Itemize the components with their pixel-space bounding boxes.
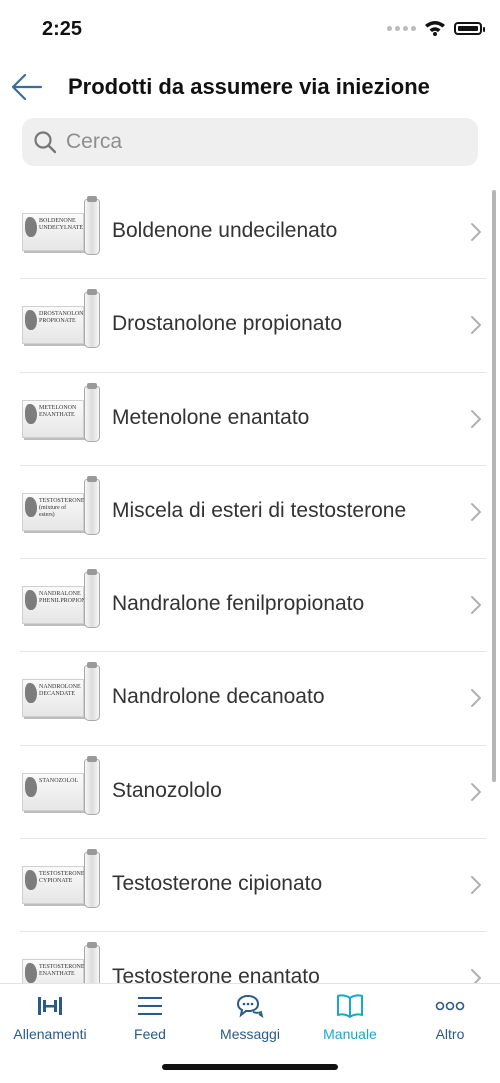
product-thumbnail: DROSTANOLONE PROPIONATE <box>22 289 102 349</box>
list-item-label: Testosterone cipionato <box>112 872 323 896</box>
chevron-right-icon <box>471 782 481 801</box>
box-label: TESTOSTERONE CYPIONATE <box>39 871 85 885</box>
tab-label: Messaggi <box>220 1026 280 1042</box>
tab-feed[interactable]: Feed <box>100 990 200 1042</box>
box-label: METELONON ENANTHATE <box>39 404 77 418</box>
status-bar: 2:25 <box>0 0 500 60</box>
list-item[interactable]: TESTOSTERONE ENANTHATE Testosterone enan… <box>20 932 486 983</box>
chevron-right-icon <box>471 969 481 983</box>
tab-allenamenti[interactable]: Allenamenti <box>0 990 100 1042</box>
list-item-label: Nandrolone decanoato <box>112 685 325 709</box>
list-item-label: Testosterone enantato <box>112 965 320 983</box>
tab-label: Altro <box>435 1026 465 1042</box>
chevron-right-icon <box>471 316 481 335</box>
dumbbell-icon <box>38 997 62 1015</box>
chevron-right-icon <box>471 596 481 615</box>
list-item-label: Metenolone enantato <box>112 405 310 429</box>
chevron-right-icon <box>471 223 481 241</box>
chevron-right-icon <box>471 409 481 428</box>
list-item[interactable]: TESTOSTERONE CYPIONATE Testosterone cipi… <box>20 839 486 933</box>
home-indicator[interactable] <box>162 1064 338 1070</box>
search-input[interactable] <box>64 129 448 155</box>
page-title: Prodotti da assumere via iniezione <box>68 74 430 99</box>
back-button[interactable] <box>10 70 44 104</box>
product-thumbnail: TESTOSTERONE CYPIONATE <box>22 849 102 909</box>
tab-messaggi[interactable]: Messaggi <box>200 990 300 1042</box>
menu-icon <box>138 997 162 1015</box>
box-label: NANDRALONE PHENILPROPIONATE <box>39 591 98 605</box>
box-label: DROSTANOLONE PROPIONATE <box>39 311 88 325</box>
product-thumbnail: NANDRALONE PHENILPROPIONATE <box>22 569 102 629</box>
book-icon <box>337 994 363 1018</box>
tab-label: Feed <box>134 1026 166 1042</box>
status-icons <box>387 20 485 36</box>
box-label: STANOZOLOL <box>39 777 79 784</box>
chevron-right-icon <box>471 502 481 521</box>
back-arrow-icon <box>11 73 43 101</box>
list-item[interactable]: BOLDENONE UNDECYLNATE Boldenone undecile… <box>20 186 486 280</box>
list-item[interactable]: NANDROLONE DECANDATE Nandrolone decanoat… <box>20 652 486 746</box>
product-thumbnail: METELONON ENANTHATE <box>22 382 102 442</box>
list-item[interactable]: METELONON ENANTHATE Metenolone enantato <box>20 373 486 466</box>
tab-label: Manuale <box>323 1026 377 1042</box>
list-item-label: Miscela di esteri di testosterone <box>112 498 407 522</box>
list-item[interactable]: TESTOSTERONE (mixture of esters) Miscela… <box>20 466 486 560</box>
battery-icon <box>454 21 485 35</box>
box-label: BOLDENONE UNDECYLNATE <box>39 218 83 231</box>
chat-icon <box>236 994 264 1019</box>
product-list: BOLDENONE UNDECYLNATE Boldenone undecile… <box>0 186 500 983</box>
list-item[interactable]: NANDRALONE PHENILPROPIONATE Nandralone f… <box>20 559 486 653</box>
product-thumbnail: BOLDENONE UNDECYLNATE <box>22 196 102 255</box>
box-label: TESTOSTERONE ENANTHATE <box>39 964 85 978</box>
product-thumbnail: TESTOSTERONE (mixture of esters) <box>22 475 102 535</box>
tab-altro[interactable]: Altro <box>400 990 500 1042</box>
product-thumbnail: NANDROLONE DECANDATE <box>22 662 102 722</box>
product-thumbnail: STANOZOLOL <box>22 755 102 815</box>
list-item[interactable]: DROSTANOLONE PROPIONATE Drostanolone pro… <box>20 279 486 373</box>
tab-manuale[interactable]: Manuale <box>300 990 400 1042</box>
scrollbar[interactable] <box>492 190 496 782</box>
box-label: NANDROLONE DECANDATE <box>39 684 81 698</box>
list-item-label: Nandralone fenilpropionato <box>112 592 365 616</box>
tab-label: Allenamenti <box>13 1026 87 1042</box>
search-bar[interactable] <box>22 118 478 166</box>
status-time: 2:25 <box>42 18 83 40</box>
signal-icon <box>387 25 416 31</box>
chevron-right-icon <box>471 689 481 708</box>
list-item-label: Boldenone undecilenato <box>112 219 338 242</box>
search-icon <box>34 131 57 154</box>
wifi-icon <box>425 21 445 36</box>
more-icon <box>435 1001 465 1011</box>
header: Prodotti da assumere via iniezione <box>0 62 500 114</box>
list-item-label: Drostanolone propionato <box>112 312 342 336</box>
list-item[interactable]: STANOZOLOL Stanozololo <box>20 746 486 840</box>
box-label: TESTOSTERONE (mixture of esters) <box>39 497 85 518</box>
chevron-right-icon <box>471 876 481 895</box>
list-item-label: Stanozololo <box>112 778 222 802</box>
product-thumbnail: TESTOSTERONE ENANTHATE <box>22 942 102 983</box>
